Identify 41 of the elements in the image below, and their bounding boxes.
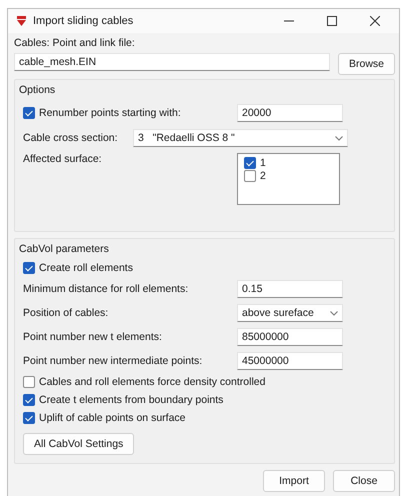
checkbox[interactable] (23, 107, 35, 119)
checkbox-label: Renumber points starting with: (39, 107, 181, 119)
app-logo-icon (17, 16, 26, 26)
file-label: Cables: Point and link file: (14, 37, 136, 49)
start-number-field[interactable]: 20000 (237, 104, 343, 122)
window-title: Import sliding cables (33, 15, 134, 27)
list-item[interactable]: 2 (260, 170, 266, 182)
checkbox-label: Uplift of cable points on surface (39, 412, 186, 424)
checkbox[interactable] (244, 170, 256, 182)
checkbox[interactable] (244, 157, 256, 169)
minimize-icon (284, 20, 294, 22)
group-title: Options (19, 84, 56, 96)
chevron-down-icon (335, 136, 343, 140)
field-label: Minimum distance for roll elements: (23, 283, 188, 295)
field-label: Affected surface: (23, 153, 102, 165)
number-field[interactable]: 85000000 (237, 328, 343, 346)
checkbox-label: Cables and roll elements force density controlled (39, 376, 266, 388)
field-label: Position of cables: (23, 307, 108, 319)
position-dropdown[interactable]: above sureface (237, 304, 343, 322)
checkbox[interactable] (23, 412, 35, 424)
close-icon (370, 16, 380, 26)
field-label: Point number new intermediate points: (23, 355, 202, 367)
checkbox-label: Create t elements from boundary points (39, 394, 224, 406)
browse-button[interactable]: Browse (338, 53, 395, 75)
all-settings-button[interactable]: All CabVol Settings (23, 433, 134, 455)
checkbox[interactable] (23, 394, 35, 406)
dialog-button[interactable]: Import (263, 470, 325, 492)
checkbox[interactable] (23, 376, 35, 388)
field-label: Cable cross section: (23, 132, 119, 144)
checkbox[interactable] (23, 262, 35, 274)
maximize-icon (327, 16, 337, 26)
field-label: Point number new t elements: (23, 331, 162, 343)
list-item[interactable]: 1 (260, 157, 266, 169)
number-field[interactable]: 0.15 (237, 280, 343, 298)
number-field[interactable]: 45000000 (237, 352, 343, 370)
cross-section-dropdown[interactable]: 3 "Redaelli OSS 8 " (133, 129, 348, 147)
chevron-down-icon (330, 310, 338, 316)
group-title: CabVol parameters (19, 243, 110, 255)
checkbox-label: Create roll elements (39, 262, 133, 274)
dialog-button[interactable]: Close (333, 470, 395, 492)
file-field[interactable]: cable_mesh.EIN (14, 53, 330, 71)
